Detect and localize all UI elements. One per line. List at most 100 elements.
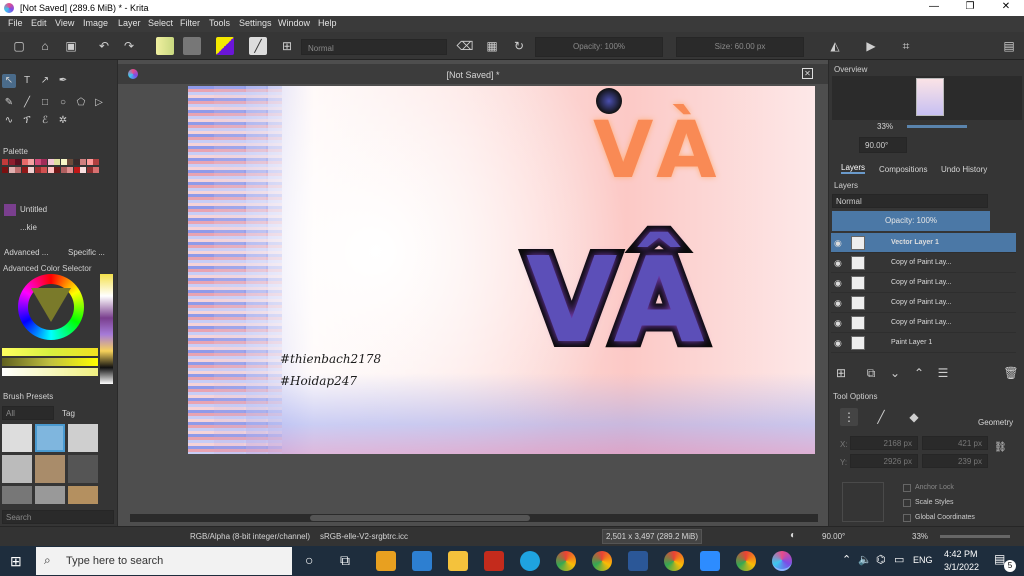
menu-help[interactable]: Help — [318, 18, 337, 28]
delete-layer-icon[interactable]: 🗑 — [1002, 364, 1020, 382]
layer-name[interactable]: Copy of Paint Lay... — [891, 279, 952, 286]
workspace-grid-icon[interactable]: ⊞ — [278, 37, 296, 55]
dock-toggle-icon[interactable]: ▤ — [1000, 37, 1018, 55]
brush-preset-icon[interactable]: ╱ — [249, 37, 267, 55]
brush-preset-item[interactable] — [2, 424, 32, 452]
palette-swatch[interactable] — [60, 159, 67, 165]
battery-icon[interactable]: ▭ — [894, 553, 904, 566]
palette-swatch[interactable] — [93, 167, 99, 173]
tab-advanced[interactable]: Advanced ... — [4, 248, 48, 257]
brush-preset-item[interactable] — [35, 424, 65, 452]
menu-settings[interactable]: Settings — [239, 18, 272, 28]
layer-row[interactable]: ◉ Copy of Paint Lay... — [831, 313, 1016, 333]
palette-swatch[interactable] — [93, 159, 99, 165]
chrome-icon[interactable] — [556, 551, 576, 571]
undo-icon[interactable]: ↶ — [95, 37, 113, 55]
palette-swatch[interactable] — [34, 159, 41, 165]
ellipse-tool-icon[interactable]: ○ — [56, 96, 70, 110]
palette-swatch[interactable] — [2, 167, 8, 173]
palette-swatches[interactable] — [2, 159, 102, 187]
bezier-tool-icon[interactable]: ∿ — [2, 114, 16, 128]
palette-swatch[interactable] — [73, 167, 80, 173]
width-input[interactable]: 421 px — [922, 436, 988, 450]
layer-blend-mode-select[interactable]: Normal — [832, 194, 988, 208]
redo-icon[interactable]: ↷ — [120, 37, 138, 55]
brush-tag-select[interactable]: Tag — [62, 409, 75, 418]
eraser-icon[interactable]: ⌫ — [456, 37, 474, 55]
layer-row[interactable]: ◉ Paint Layer 1 — [831, 333, 1016, 353]
color-wheel[interactable] — [18, 274, 84, 340]
palette-swatch[interactable] — [41, 159, 47, 165]
menu-filter[interactable]: Filter — [180, 18, 200, 28]
menu-view[interactable]: View — [55, 18, 74, 28]
task-view-icon[interactable]: ⧉ — [340, 552, 350, 569]
palette-swatch[interactable] — [47, 159, 54, 165]
tab-compositions[interactable]: Compositions — [879, 165, 927, 174]
brush-preset-item[interactable] — [35, 455, 65, 483]
global-coordinates-checkbox[interactable] — [903, 514, 911, 522]
mirror-vertical-icon[interactable]: ▶ — [862, 37, 880, 55]
add-layer-icon[interactable]: ⊞ — [832, 364, 850, 382]
zoom-icon[interactable] — [700, 551, 720, 571]
brush-preset-item[interactable] — [2, 455, 32, 483]
palette-swatch[interactable] — [21, 167, 28, 173]
palette-swatch[interactable] — [34, 167, 41, 173]
drawing-canvas[interactable]: #thienbach2178 #Hoidap247 VÀ VÂ — [188, 86, 815, 454]
layer-name[interactable]: Copy of Paint Lay... — [891, 259, 952, 266]
blend-mode-select[interactable]: Normal — [301, 39, 447, 55]
zoom-slider[interactable] — [940, 535, 1010, 538]
krita-taskbar-icon[interactable] — [772, 551, 792, 571]
dynamic-brush-tool-icon[interactable]: ℰ — [38, 114, 52, 128]
clock-time[interactable]: 4:42 PM — [944, 549, 978, 559]
value-slider[interactable] — [2, 368, 98, 376]
file-explorer-icon[interactable] — [448, 551, 468, 571]
anchor-lock-checkbox[interactable] — [903, 484, 911, 492]
visibility-eye-icon[interactable]: ◉ — [834, 238, 842, 249]
palette-swatch[interactable] — [73, 159, 80, 165]
move-layer-down-icon[interactable]: ⌄ — [886, 364, 904, 382]
palette-swatch[interactable] — [47, 167, 54, 173]
color-triangle[interactable] — [31, 288, 71, 322]
overview-zoom-slider[interactable] — [907, 125, 967, 128]
color-history-strip[interactable] — [100, 274, 113, 384]
language-indicator[interactable]: ENG — [913, 555, 933, 565]
opacity-slider[interactable]: Opacity: 100% — [535, 37, 663, 57]
layer-name[interactable]: Copy of Paint Lay... — [891, 299, 952, 306]
wrap-around-icon[interactable]: ⌗ — [897, 37, 915, 55]
menu-layer[interactable]: Layer — [118, 18, 141, 28]
menu-window[interactable]: Window — [278, 18, 310, 28]
anchor-grid[interactable] — [842, 482, 884, 522]
layer-name[interactable]: Paint Layer 1 — [891, 339, 932, 346]
duplicate-layer-icon[interactable]: ⧉ — [862, 364, 880, 382]
brush-filter-select[interactable]: All — [2, 406, 54, 420]
menu-select[interactable]: Select — [148, 18, 173, 28]
brush-preset-item[interactable] — [35, 486, 65, 504]
chrome-profile-3-icon[interactable] — [736, 551, 756, 571]
layer-opacity-slider[interactable]: Opacity: 100% — [832, 211, 990, 231]
windows-start-icon[interactable]: ⊞ — [10, 553, 22, 570]
polygon-tool-icon[interactable]: ⬠ — [74, 96, 88, 110]
visibility-eye-icon[interactable]: ◉ — [834, 298, 842, 309]
open-folder-icon[interactable]: ⌂ — [36, 37, 54, 55]
visibility-eye-icon[interactable]: ◉ — [834, 338, 842, 349]
freehand-path-tool-icon[interactable]: ፕ — [20, 114, 34, 128]
close-button[interactable]: ✕ — [986, 1, 1024, 12]
palette-swatch[interactable] — [54, 159, 60, 165]
line-tool-icon[interactable]: ╱ — [20, 96, 34, 110]
wps-office-icon[interactable] — [484, 551, 504, 571]
volume-icon[interactable]: 🔈 — [858, 553, 872, 566]
tab-undo-history[interactable]: Undo History — [941, 165, 987, 174]
freehand-brush-tool-icon[interactable]: ✎ — [2, 96, 16, 110]
brush-preset-item[interactable] — [68, 455, 98, 483]
document-tab[interactable]: [Not Saved] * ✕ — [118, 64, 828, 84]
rotation-input[interactable]: 90.00° — [859, 137, 907, 153]
tray-chevron-icon[interactable]: ⌃ — [842, 553, 851, 566]
brush-search-input[interactable]: Search — [2, 510, 114, 524]
rectangle-tool-icon[interactable]: □ — [38, 96, 52, 110]
edit-shapes-tool-icon[interactable]: ↗ — [38, 74, 52, 88]
stroke-tab-icon[interactable]: ╱ — [872, 408, 890, 426]
layer-row[interactable]: ◉ Copy of Paint Lay... — [831, 293, 1016, 313]
new-document-icon[interactable]: ▢ — [10, 37, 28, 55]
network-icon[interactable]: ⌬ — [876, 553, 886, 566]
layer-name[interactable]: Copy of Paint Lay... — [891, 319, 952, 326]
